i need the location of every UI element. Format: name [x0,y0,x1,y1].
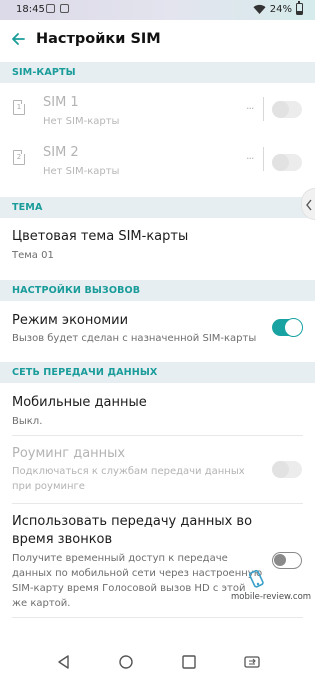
wifi-icon [253,4,266,14]
chevron-left-icon [306,199,312,211]
sim-1-row[interactable]: 1 SIM 1 Нет SIM-карты ... [0,84,315,134]
divider [12,617,303,618]
nav-back-icon[interactable] [56,654,72,670]
nav-home-icon[interactable] [118,654,134,670]
mobile-data-value: Выкл. [12,416,43,427]
data-roaming-row[interactable]: Роуминг данных Подключаться к службам пе… [0,436,315,502]
data-during-calls-toggle[interactable] [272,552,302,569]
sim-card-icon: 1 [13,100,25,115]
theme-title: Цветовая тема SIM-карты [12,229,189,244]
mobile-data-title: Мобильные данные [12,395,147,410]
theme-row[interactable]: Цветовая тема SIM-карты Тема 01 [0,218,315,278]
sim-2-row[interactable]: 2 SIM 2 Нет SIM-карты ... [0,134,315,184]
sim-2-name: SIM 2 [43,145,79,160]
section-header-theme: ТЕМА [0,197,315,218]
sim-1-name: SIM 1 [43,95,79,110]
status-bar: 18:45 24% [0,0,315,20]
economy-mode-subtitle: Вызов будет сделан с назначенной SIM-кар… [12,333,257,344]
battery-percent: 24% [269,3,292,15]
status-time: 18:45 [16,4,45,15]
data-roaming-title: Роуминг данных [12,446,126,461]
nav-sim-switch-icon[interactable] [243,654,261,670]
mobile-review-logo-icon [248,569,264,588]
sim-1-status: Нет SIM-карты [43,116,120,127]
data-roaming-subtitle-line1: Подключаться к службам передачи данных [12,466,245,477]
theme-value: Тема 01 [12,250,54,261]
data-during-calls-subtitle-line3: SIM-карту время Голосовой вызов HD с это… [12,583,246,594]
sim-2-divider [263,147,264,171]
economy-mode-toggle[interactable] [272,318,303,337]
data-during-calls-subtitle-line4: же картой. [12,598,71,609]
mobile-data-row[interactable]: Мобильные данные Выкл. [0,383,315,435]
sim-2-more-button[interactable]: ... [246,149,254,162]
data-roaming-subtitle-line2: при роуминге [12,481,85,492]
sim-1-toggle[interactable] [272,101,302,118]
watermark-text: mobile-review.com [231,592,312,602]
economy-mode-row[interactable]: Режим экономии Вызов будет сделан с назн… [0,301,315,361]
sim-1-divider [263,97,264,121]
back-arrow-icon[interactable] [10,31,26,47]
data-during-calls-subtitle-line1: Получите временный доступ к передаче [12,553,228,564]
nav-recents-icon[interactable] [181,654,197,670]
section-header-sim-cards: SIM-КАРТЫ [0,62,315,83]
section-header-data-network: СЕТЬ ПЕРЕДАЧИ ДАННЫХ [0,362,315,383]
sim-1-more-button[interactable]: ... [246,99,254,112]
battery-icon [296,1,303,15]
section-header-call-settings: НАСТРОЙКИ ВЫЗОВОВ [0,280,315,301]
sim-2-toggle[interactable] [272,154,302,171]
economy-mode-title: Режим экономии [12,313,129,328]
navigation-bar [0,641,315,683]
notification-icons [46,4,69,13]
message-notification-icon [60,4,69,13]
data-during-calls-title-line1: Использовать передачу данных во [12,514,253,529]
sim-2-status: Нет SIM-карты [43,166,120,177]
sim-card-icon: 2 [13,150,25,165]
gallery-notification-icon [46,4,55,13]
data-during-calls-subtitle-line2: данных по мобильной сети через настроенн… [12,568,263,579]
data-during-calls-title-line2: время звонков [12,532,113,547]
page-title: Настройки SIM [36,31,161,47]
app-bar: Настройки SIM [0,20,315,58]
data-roaming-toggle[interactable] [272,461,302,478]
